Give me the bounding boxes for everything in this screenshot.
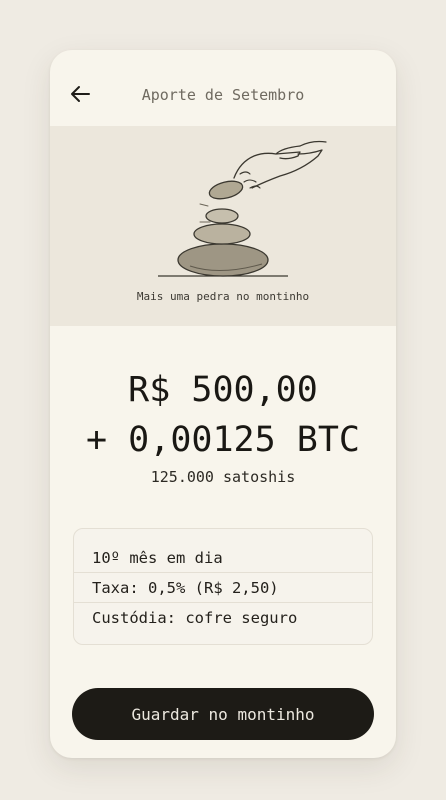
hand-stacking-stones-icon bbox=[158, 140, 327, 277]
header: Aporte de Setembro bbox=[50, 50, 396, 126]
contribution-card: Aporte de Setembro Mais uma pedra no mon… bbox=[50, 50, 396, 758]
illustration-panel: Mais uma pedra no montinho bbox=[50, 126, 396, 326]
page-title: Aporte de Setembro bbox=[141, 86, 305, 104]
details-box: 10º mês em dia Taxa: 0,5% (R$ 2,50) Cust… bbox=[73, 528, 373, 645]
btc-amount: + 0,00125 BTC bbox=[86, 420, 360, 460]
save-to-pile-button[interactable]: Guardar no montinho bbox=[72, 688, 374, 740]
satoshis-amount: 125.000 satoshis bbox=[150, 468, 296, 486]
detail-custody: Custódia: cofre seguro bbox=[92, 609, 298, 627]
illustration-caption: Mais uma pedra no montinho bbox=[136, 290, 310, 303]
detail-fee: Taxa: 0,5% (R$ 2,50) bbox=[74, 573, 372, 603]
arrow-left-icon bbox=[71, 86, 90, 102]
detail-streak: 10º mês em dia bbox=[74, 543, 372, 573]
fiat-amount: R$ 500,00 bbox=[128, 370, 318, 410]
